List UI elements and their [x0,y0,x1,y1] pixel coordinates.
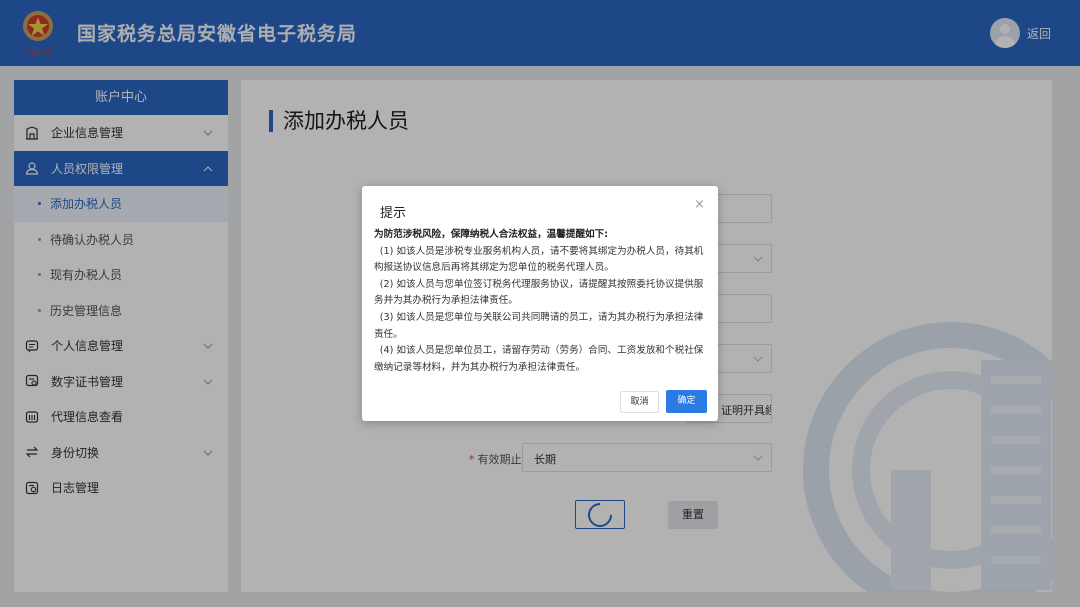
dialog-paragraph: (4) 如该人员是您单位员工，请留存劳动（劳务）合同、工资发放和个税社保缴纳记录… [374,345,704,373]
dialog-title: 提示 [380,206,407,221]
dialog-lead-text: 为防范涉税风险，保障纳税人合法权益，温馨提醒如下: [374,229,609,240]
dialog-paragraph: (2) 如该人员与您单位签订税务代理服务协议，请提醒其按照委托协议提供服务并为其… [374,278,704,307]
confirm-button[interactable]: 确定 [666,390,707,413]
close-icon[interactable]: × [694,197,705,212]
dialog-body: 为防范涉税风险，保障纳税人合法权益，温馨提醒如下: (1) 如该人员是涉税专业服… [374,227,704,376]
cancel-button[interactable]: 取消 [620,391,659,413]
dialog-paragraph: (1) 如该人员是涉税专业服务机构人员，请不要将其绑定为办税人员，待其机构报送协… [374,245,704,274]
notice-dialog: 提示 × 为防范涉税风险，保障纳税人合法权益，温馨提醒如下: (1) 如该人员是… [362,186,718,421]
dialog-paragraph: (3) 如该人员是您单位与关联公司共同聘请的员工，请为其办税行为承担法律责任。 [374,311,704,340]
